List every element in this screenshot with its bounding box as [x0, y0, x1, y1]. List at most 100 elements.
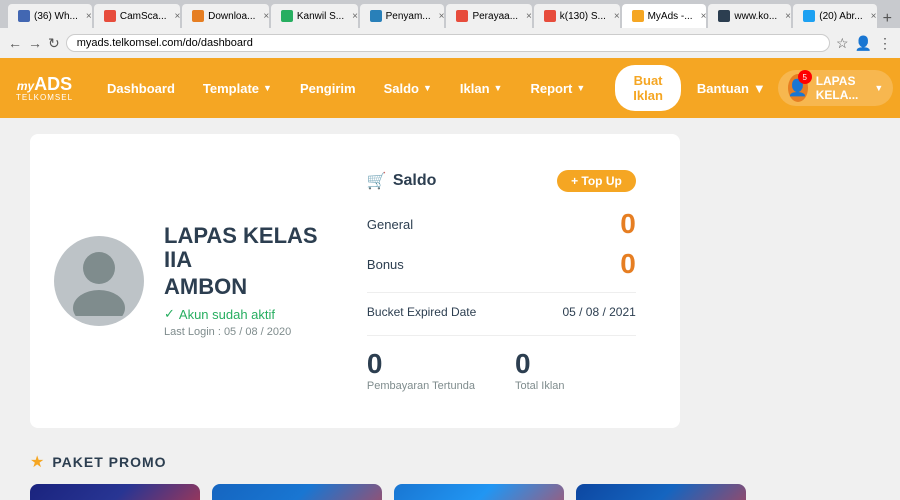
tab-close-4[interactable]: × — [439, 11, 445, 22]
nav-report[interactable]: Report ▼ — [516, 58, 599, 118]
saldo-header: 🛒 Saldo + Top Up — [367, 170, 636, 192]
pending-stat: 0 Pembayaran Tertunda — [367, 348, 475, 392]
tab-favicon-8 — [718, 10, 730, 22]
refresh-button[interactable]: ↻ — [48, 35, 60, 52]
tab-label-1: CamSca... — [120, 11, 167, 22]
promo-cards: ⚡ Paket Pujuang Untung LBA J 5JT 50,000 … — [30, 484, 870, 500]
promo-card-1[interactable]: ⚡ Paket Pujuang Untung LBA I 3JT 30,000 … — [212, 484, 382, 500]
tab-8[interactable]: www.ko... × — [708, 4, 791, 28]
page-wrapper: (36) Wh... × CamSca... × Downloa... × Ka… — [0, 0, 900, 500]
logo-text: myADS — [17, 75, 72, 93]
tab-label-7: MyAds -... — [648, 11, 693, 22]
tab-favicon-4 — [370, 10, 382, 22]
tab-label-2: Downloa... — [208, 11, 255, 22]
tab-favicon-7 — [632, 10, 644, 22]
nav-right: Bantuan ▼ 👤 5 LAPAS KELA... ▼ — [697, 70, 893, 106]
stats-row: 0 Pembayaran Tertunda 0 Total Iklan — [367, 335, 636, 392]
tab-close-0[interactable]: × — [86, 11, 92, 22]
report-arrow: ▼ — [576, 83, 585, 93]
promo-bg-3: ⚡ Paket Pujuang Untung LBA G 750 RB 5300… — [576, 484, 746, 500]
nav-template[interactable]: Template ▼ — [189, 58, 286, 118]
user-name: LAPAS KELA... — [816, 74, 867, 102]
promo-bg-0: ⚡ Paket Pujuang Untung LBA J 5JT 50,000 … — [30, 484, 200, 500]
saldo-card: 🛒 Saldo + Top Up General 0 Bonus 0 — [347, 154, 656, 408]
promo-card-0[interactable]: ⚡ Paket Pujuang Untung LBA J 5JT 50,000 … — [30, 484, 200, 500]
iklan-arrow: ▼ — [494, 83, 503, 93]
tab-label-6: k(130) S... — [560, 11, 606, 22]
tab-label-5: Perayaa... — [472, 11, 518, 22]
top-nav: myADS TELKOMSEL Dashboard Template ▼ Pen… — [0, 58, 900, 118]
tab-favicon-2 — [192, 10, 204, 22]
nav-links: Dashboard Template ▼ Pengirim Saldo ▼ Ik… — [93, 58, 599, 118]
profile-info: LAPAS KELAS IIA AMBON ✓ Akun sudah aktif… — [164, 224, 323, 338]
tab-close-5[interactable]: × — [526, 11, 532, 22]
user-profile-icon[interactable]: 👤 — [855, 35, 872, 52]
promo-section: ★ PAKET PROMO ⚡ Paket Pujuang Untung LBA… — [30, 452, 870, 500]
bookmark-icon[interactable]: ☆ — [836, 35, 849, 52]
user-avatar-small: 👤 5 — [788, 74, 808, 102]
pending-value: 0 — [367, 348, 383, 380]
tab-close-8[interactable]: × — [785, 11, 791, 22]
browser-icons: ☆ 👤 ⋮ — [836, 35, 892, 52]
tab-0[interactable]: (36) Wh... × — [8, 4, 92, 28]
tab-3[interactable]: Kanwil S... × — [271, 4, 358, 28]
last-login: Last Login : 05 / 08 / 2020 — [164, 326, 323, 338]
app-container: myADS TELKOMSEL Dashboard Template ▼ Pen… — [0, 58, 900, 500]
user-area[interactable]: 👤 5 LAPAS KELA... ▼ — [778, 70, 894, 106]
avatar-silhouette — [64, 246, 134, 316]
tab-9[interactable]: (20) Abr... × — [793, 4, 876, 28]
template-arrow: ▼ — [263, 83, 272, 93]
more-options-icon[interactable]: ⋮ — [878, 35, 892, 52]
general-label: General — [367, 217, 413, 232]
nav-dashboard[interactable]: Dashboard — [93, 58, 189, 118]
tab-close-9[interactable]: × — [871, 11, 877, 22]
tab-close-2[interactable]: × — [263, 11, 269, 22]
avatar — [54, 236, 144, 326]
nav-saldo[interactable]: Saldo ▼ — [370, 58, 446, 118]
total-label: Total Iklan — [515, 380, 565, 392]
topup-button[interactable]: + Top Up — [557, 170, 636, 192]
forward-button[interactable]: → — [28, 35, 42, 51]
tab-5[interactable]: Perayaa... × — [446, 4, 531, 28]
tab-close-7[interactable]: × — [701, 11, 707, 22]
tab-close-3[interactable]: × — [352, 11, 358, 22]
tab-favicon-1 — [104, 10, 116, 22]
tab-1[interactable]: CamSca... × — [94, 4, 180, 28]
promo-header: ★ PAKET PROMO — [30, 452, 870, 472]
bantuan-menu[interactable]: Bantuan ▼ — [697, 81, 766, 96]
tab-close-1[interactable]: × — [175, 11, 181, 22]
logo-area: myADS TELKOMSEL — [16, 75, 73, 102]
profile-sub: AMBON — [164, 274, 323, 300]
tab-4[interactable]: Penyam... × — [360, 4, 445, 28]
promo-card-2[interactable]: ⚡ Paket Pujuang Untung LBA H 1JT 10,000 … — [394, 484, 564, 500]
tab-6[interactable]: k(130) S... × — [534, 4, 620, 28]
profile-name: LAPAS KELAS IIA — [164, 224, 323, 272]
tab-7[interactable]: MyAds -... × — [622, 4, 707, 28]
tab-close-6[interactable]: × — [614, 11, 620, 22]
star-icon: ★ — [30, 452, 44, 472]
total-stat: 0 Total Iklan — [515, 348, 565, 392]
promo-title: PAKET PROMO — [52, 454, 166, 470]
nav-iklan[interactable]: Iklan ▼ — [446, 58, 517, 118]
tab-label-9: (20) Abr... — [819, 11, 862, 22]
bucket-expired-row: Bucket Expired Date 05 / 08 / 2021 — [367, 301, 636, 323]
check-icon: ✓ — [164, 306, 175, 322]
nav-pengirim[interactable]: Pengirim — [286, 58, 370, 118]
address-input[interactable] — [66, 34, 830, 52]
promo-bg-1: ⚡ Paket Pujuang Untung LBA I 3JT 30,000 … — [212, 484, 382, 500]
tab-2[interactable]: Downloa... × — [182, 4, 269, 28]
profile-card: LAPAS KELAS IIA AMBON ✓ Akun sudah aktif… — [30, 134, 680, 428]
promo-card-3[interactable]: ⚡ Paket Pujuang Untung LBA G 750 RB 5300… — [576, 484, 746, 500]
tab-label-8: www.ko... — [734, 11, 777, 22]
logo-sub: TELKOMSEL — [16, 93, 73, 102]
saldo-title: 🛒 Saldo — [367, 171, 436, 191]
bantuan-arrow: ▼ — [753, 81, 766, 96]
saldo-general-row: General 0 — [367, 204, 636, 244]
back-button[interactable]: ← — [8, 35, 22, 51]
saldo-divider — [367, 292, 636, 293]
dashboard-row: LAPAS KELAS IIA AMBON ✓ Akun sudah aktif… — [30, 134, 870, 444]
new-tab-button[interactable]: + — [883, 10, 892, 28]
buat-iklan-button[interactable]: Buat Iklan — [615, 65, 681, 111]
user-arrow: ▼ — [874, 83, 883, 93]
main-content: LAPAS KELAS IIA AMBON ✓ Akun sudah aktif… — [0, 118, 900, 500]
